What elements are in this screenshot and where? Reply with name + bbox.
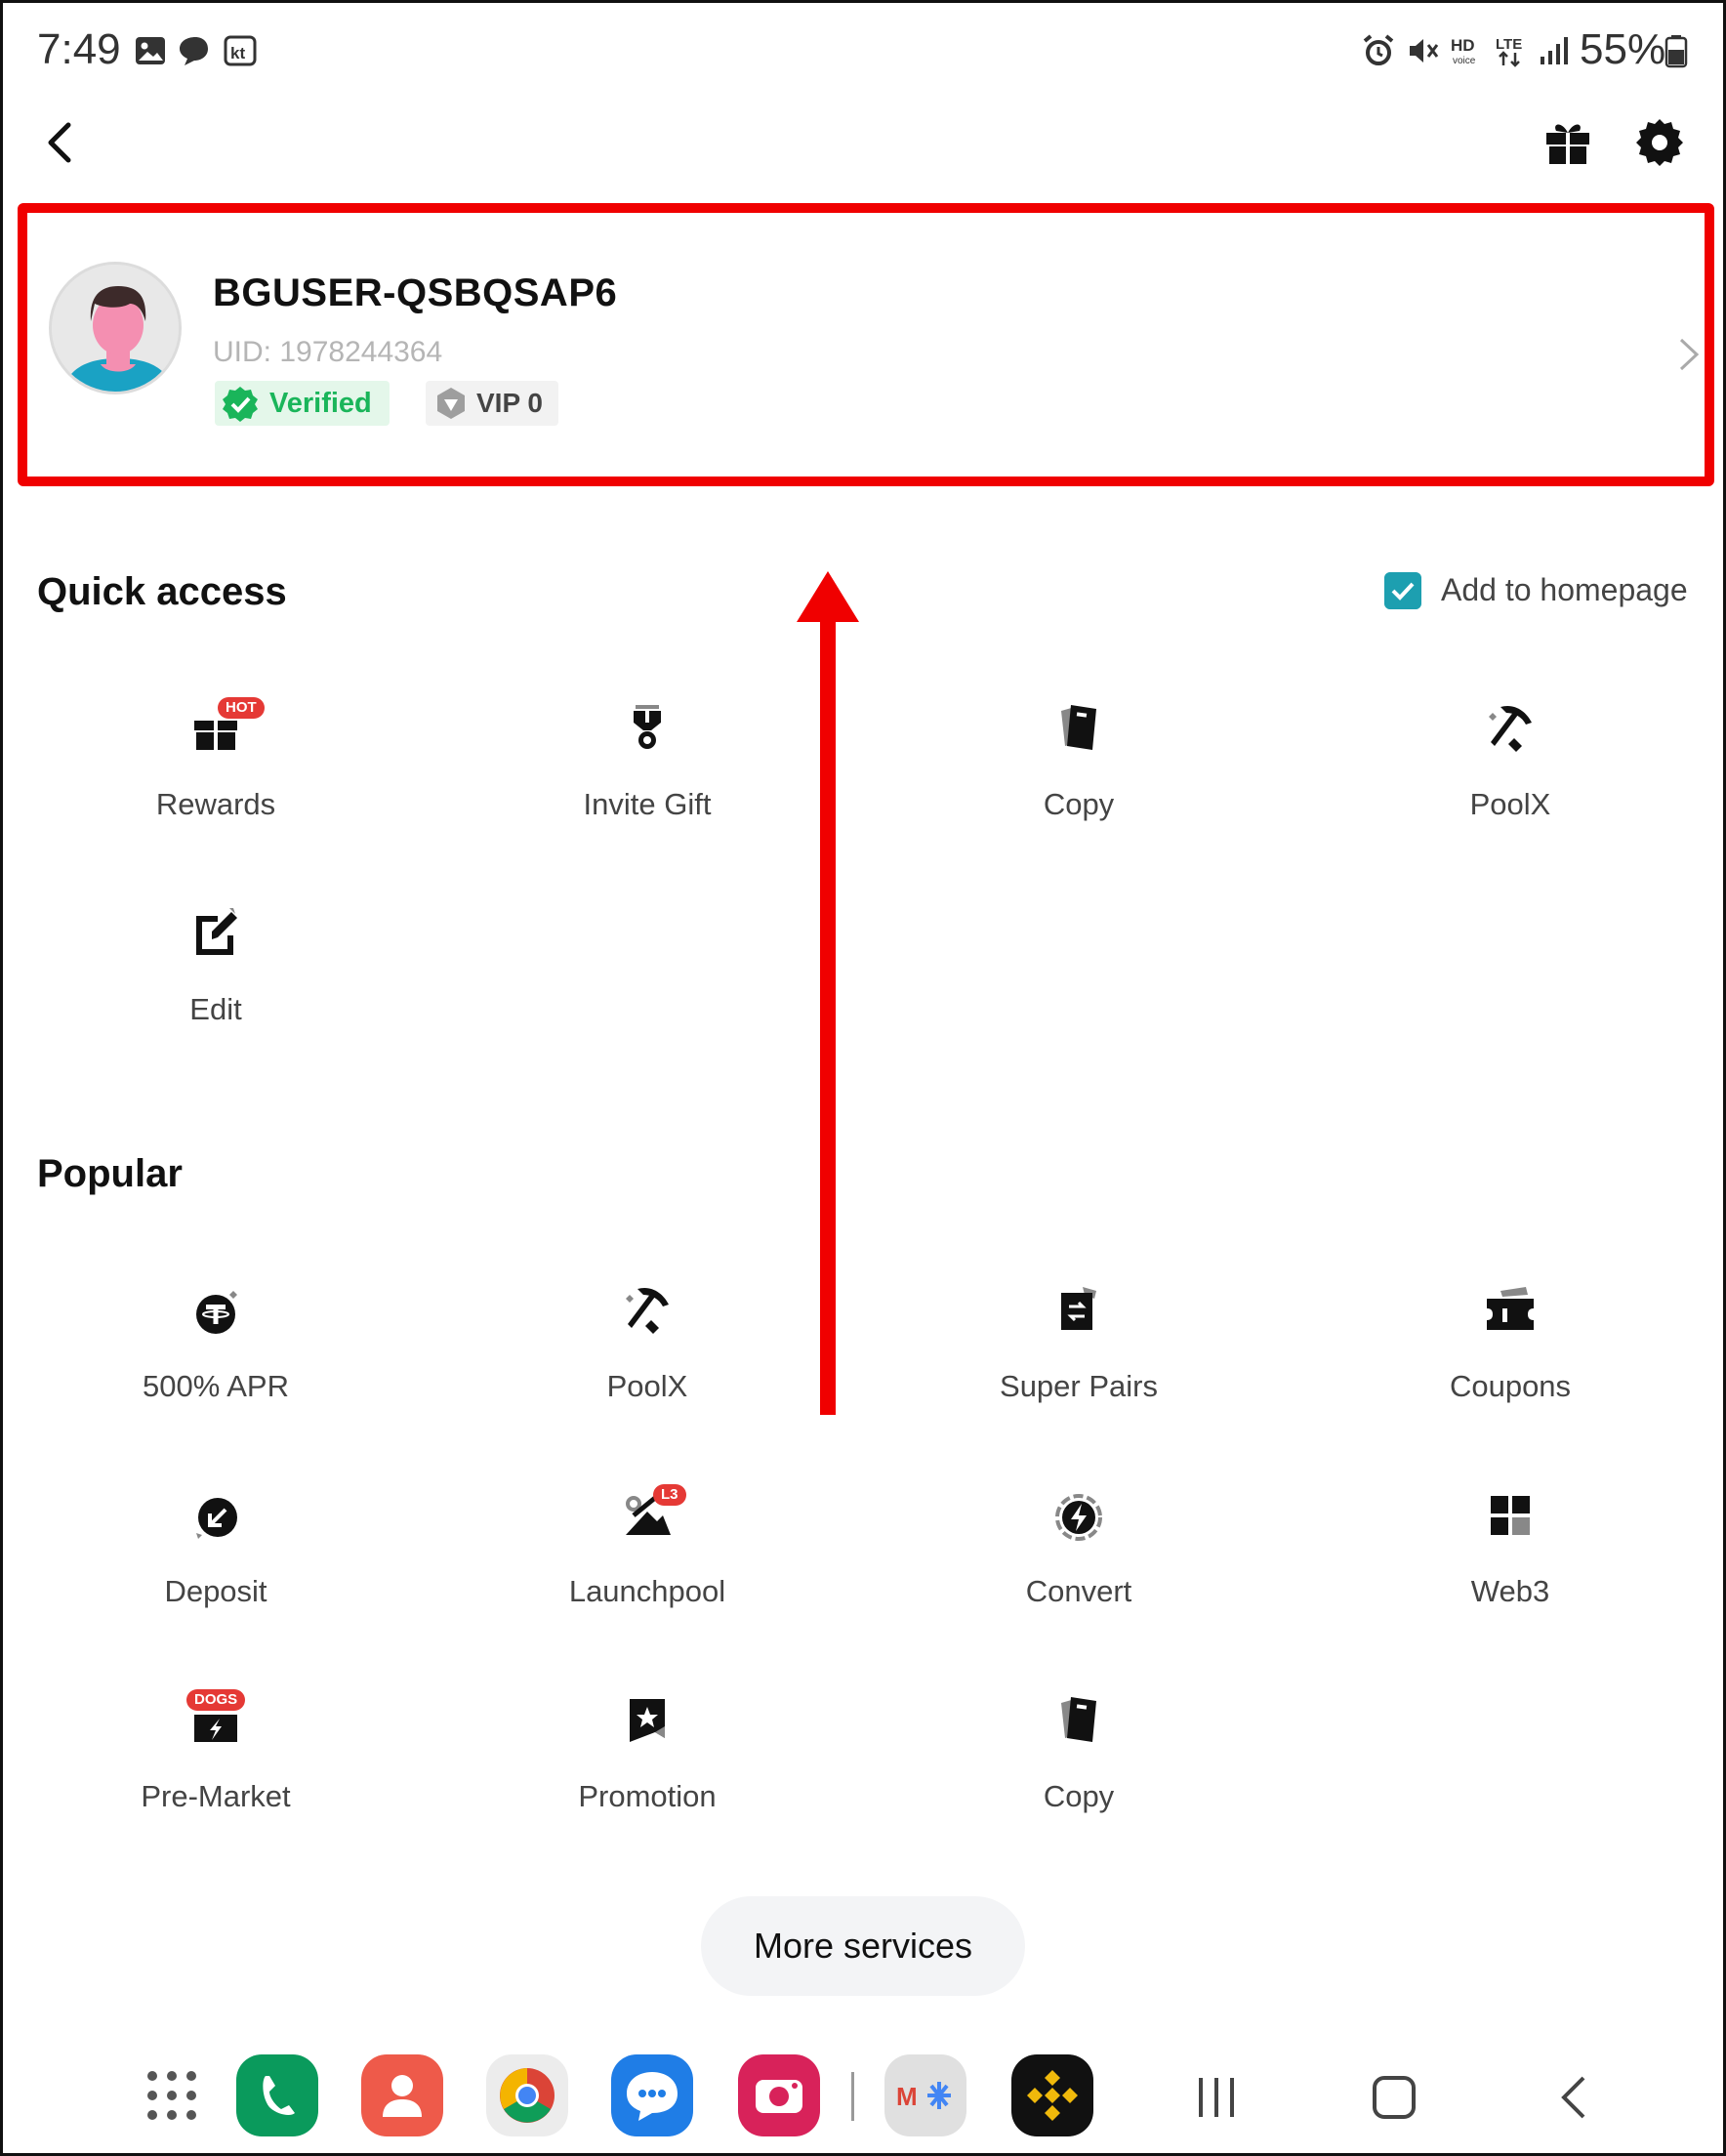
- quick-item-copy[interactable]: Copy: [932, 689, 1225, 865]
- quick-item-label: Rewards: [155, 787, 276, 821]
- popular-item-500-apr[interactable]: 500% APR: [69, 1271, 362, 1447]
- gallery-icon: [136, 37, 165, 64]
- svg-text:voice: voice: [1453, 56, 1476, 66]
- svg-text:HD: HD: [1451, 36, 1475, 55]
- popular-item-promotion[interactable]: Promotion: [501, 1681, 794, 1857]
- app-dock: M: [0, 2041, 1726, 2156]
- message-bubble-icon: [180, 37, 208, 65]
- popular-item-label: Copy: [1043, 1779, 1115, 1813]
- copy-cards-icon: [1061, 705, 1096, 750]
- quick-access-title: Quick access: [37, 570, 287, 613]
- popular-item-label: 500% APR: [143, 1369, 289, 1403]
- signal-icon: [1541, 37, 1568, 64]
- popular-item-coupons[interactable]: Coupons: [1364, 1271, 1657, 1447]
- mute-icon: [1410, 39, 1439, 62]
- quick-item-poolx[interactable]: PoolX: [1364, 689, 1657, 865]
- popular-item-label: Launchpool: [568, 1574, 726, 1608]
- battery-icon: [1664, 35, 1688, 68]
- phone-app-icon[interactable]: [236, 2054, 318, 2136]
- profile-card[interactable]: BGUSER-QSBQSAP6 UID: 1978244364 Verified…: [18, 203, 1714, 486]
- quick-item-rewards[interactable]: HOT Rewards: [69, 689, 362, 865]
- copy-cards-icon: [1061, 1697, 1096, 1742]
- username: BGUSER-QSBQSAP6: [213, 271, 618, 314]
- avatar: [49, 262, 182, 394]
- vip-gem-icon: [437, 388, 465, 419]
- add-to-homepage-label: Add to homepage: [1441, 572, 1688, 607]
- quick-item-label: Invite Gift: [583, 787, 712, 821]
- popular-item-label: Coupons: [1449, 1369, 1572, 1403]
- binance-app-icon[interactable]: [1011, 2054, 1093, 2136]
- quick-item-label: PoolX: [1469, 787, 1551, 821]
- quick-item-invite-gift[interactable]: Invite Gift: [501, 689, 794, 865]
- web3-blocks-icon: [1491, 1496, 1530, 1535]
- checkbox-checked-icon[interactable]: [1384, 572, 1421, 609]
- convert-bolt-icon: [1055, 1494, 1102, 1541]
- more-services-button[interactable]: More services: [701, 1896, 1025, 1996]
- popular-item-label: Deposit: [164, 1574, 267, 1608]
- popular-item-launchpool[interactable]: L3 Launchpool: [501, 1476, 794, 1652]
- svg-text:kt: kt: [230, 44, 245, 62]
- dogs-tag: DOGS: [186, 1689, 246, 1711]
- l3-tag: L3: [653, 1484, 686, 1506]
- edit-icon: [196, 908, 237, 955]
- vip-badge: VIP 0: [426, 381, 558, 426]
- popular-item-label: PoolX: [606, 1369, 688, 1403]
- verified-label: Verified: [269, 388, 372, 419]
- verified-check-icon: [223, 387, 258, 422]
- swap-cards-icon: [1061, 1287, 1096, 1330]
- ticket-icon: [1487, 1287, 1534, 1330]
- quick-item-label: Edit: [189, 992, 242, 1026]
- popular-item-label: Web3: [1470, 1574, 1550, 1608]
- gear-icon[interactable]: [1632, 115, 1687, 170]
- apps-grid-icon[interactable]: [131, 2054, 213, 2136]
- invite-medal-icon: [634, 705, 661, 749]
- popular-item-convert[interactable]: Convert: [932, 1476, 1225, 1652]
- google-folder-icon[interactable]: M: [884, 2054, 966, 2136]
- alarm-icon: [1363, 34, 1394, 65]
- battery-percent: 55%: [1580, 25, 1666, 73]
- dock-divider: [851, 2072, 854, 2121]
- promotion-star-icon: [630, 1699, 665, 1742]
- popular-item-deposit[interactable]: Deposit: [69, 1476, 362, 1652]
- contacts-app-icon[interactable]: [361, 2054, 443, 2136]
- messages-app-icon[interactable]: [611, 2054, 693, 2136]
- tether-icon: [196, 1291, 237, 1334]
- avatar-illustration: [52, 265, 179, 392]
- quick-item-edit[interactable]: Edit: [69, 894, 362, 1070]
- home-icon[interactable]: [1365, 2068, 1423, 2127]
- chevron-right-icon: [1679, 338, 1700, 371]
- deposit-arrow-icon: [196, 1498, 237, 1539]
- hot-tag: HOT: [218, 697, 265, 719]
- popular-item-label: Super Pairs: [1000, 1369, 1158, 1403]
- back-nav-icon[interactable]: [1546, 2068, 1605, 2127]
- status-time: 7:49: [37, 25, 121, 73]
- gift-icon[interactable]: [1541, 115, 1595, 170]
- popular-item-pre-market[interactable]: DOGS Pre-Market: [69, 1681, 362, 1857]
- hd-voice-icon: HDvoice: [1451, 36, 1476, 66]
- popular-item-label: Pre-Market: [141, 1779, 291, 1813]
- verified-badge: Verified: [215, 381, 390, 426]
- pickaxe-icon: [1489, 705, 1532, 752]
- pickaxe-icon: [626, 1287, 669, 1334]
- svg-text:LTE: LTE: [1496, 36, 1522, 53]
- svg-text:M: M: [896, 2082, 918, 2111]
- annotation-arrow: [797, 571, 859, 1415]
- chrome-app-icon[interactable]: [486, 2054, 568, 2136]
- quick-item-label: Copy: [1043, 787, 1115, 821]
- uid-text: UID: 1978244364: [213, 336, 443, 368]
- back-button[interactable]: [33, 115, 92, 174]
- popular-item-label: Convert: [1025, 1574, 1132, 1608]
- lte-icon: LTE: [1496, 36, 1522, 67]
- kt-icon: kt: [224, 35, 257, 66]
- camera-app-icon[interactable]: [738, 2054, 820, 2136]
- status-bar: 7:49 kt HD voice LTE 55%: [0, 0, 1726, 102]
- vip-label: VIP 0: [476, 388, 543, 418]
- recents-icon[interactable]: [1187, 2068, 1246, 2127]
- popular-item-super-pairs[interactable]: Super Pairs: [932, 1271, 1225, 1447]
- popular-item-web3[interactable]: Web3: [1364, 1476, 1657, 1652]
- popular-item-label: Promotion: [578, 1779, 717, 1813]
- popular-title: Popular: [37, 1152, 183, 1195]
- popular-item-poolx[interactable]: PoolX: [501, 1271, 794, 1447]
- popular-item-copy[interactable]: Copy: [932, 1681, 1225, 1857]
